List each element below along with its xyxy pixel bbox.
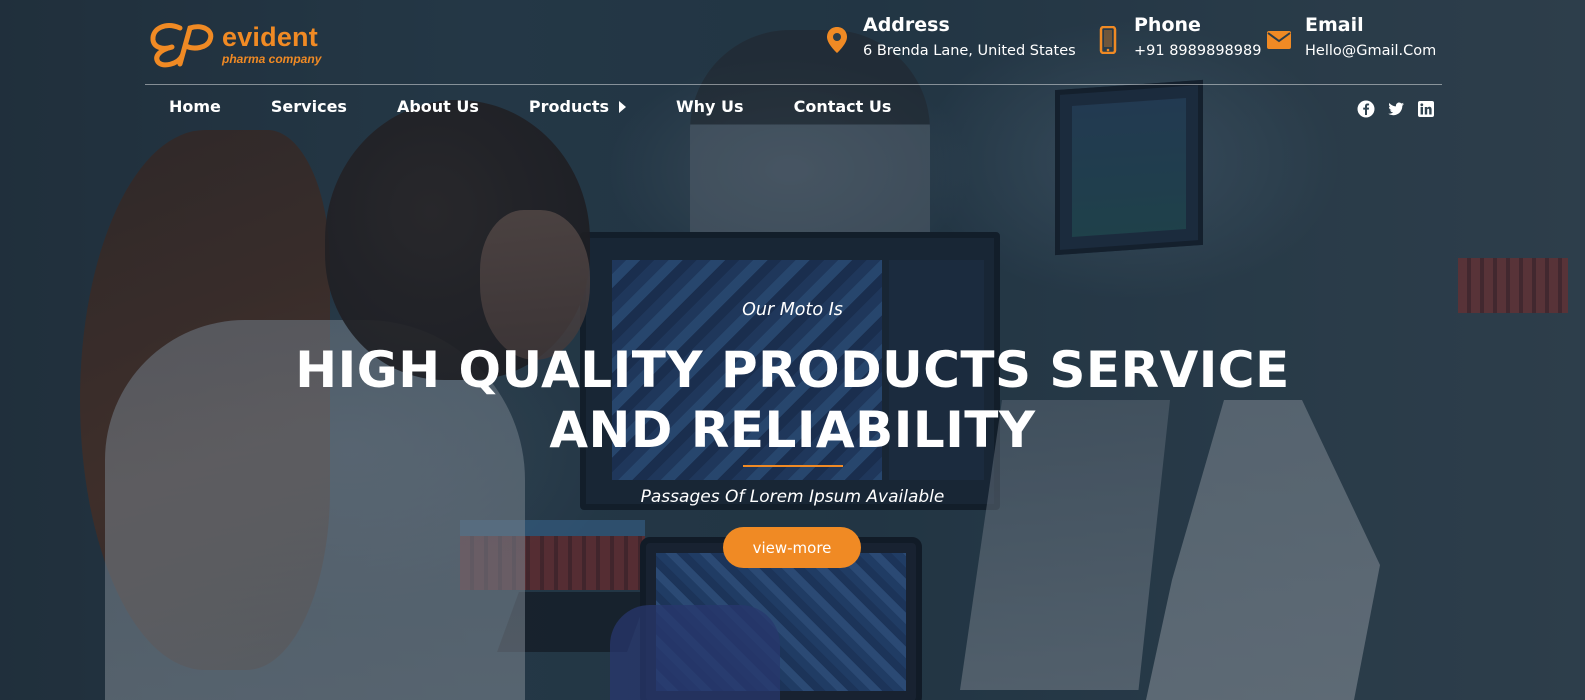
facebook-icon[interactable] [1357, 100, 1375, 118]
nav-label-why-us: Why Us [676, 97, 744, 116]
address-title: Address [863, 14, 950, 36]
logo-mark-icon [150, 23, 214, 68]
contact-address: Address 6 Brenda Lane, United States [825, 14, 1076, 59]
hero-headline-line-1: HIGH QUALITY PRODUCTS SERVICE [295, 341, 1290, 399]
contact-phone: Phone +91 8989898989 [1096, 14, 1261, 59]
nav-item-products[interactable]: Products [528, 97, 627, 116]
phone-title: Phone [1134, 14, 1201, 36]
nav-label-products: Products [528, 97, 610, 116]
header-divider [145, 84, 1442, 85]
brand-tagline: pharma company [222, 51, 322, 66]
view-more-button[interactable]: view-more [723, 527, 861, 568]
phone-value[interactable]: +91 8989898989 [1134, 43, 1261, 59]
nav-item-contact-us[interactable]: Contact Us [794, 97, 892, 116]
envelope-icon [1267, 31, 1291, 49]
site-header: evident pharma company Address 6 Brenda … [0, 0, 1585, 130]
hero-moto: Our Moto Is [742, 300, 843, 320]
email-value[interactable]: Hello@Gmail.Com [1305, 43, 1436, 59]
hero-subline: Passages Of Lorem Ipsum Available [640, 487, 945, 507]
nav-item-home[interactable]: Home [169, 97, 221, 116]
headline-accent-divider [743, 465, 843, 467]
nav-item-about-us[interactable]: About Us [397, 97, 479, 116]
nav-label-contact-us: Contact Us [793, 97, 892, 116]
nav-label-home: Home [169, 97, 221, 116]
main-nav: Home Services About Us Products Why Us C… [169, 97, 941, 116]
contact-email: Email Hello@Gmail.Com [1267, 14, 1436, 59]
linkedin-icon[interactable] [1417, 100, 1435, 118]
social-links [1357, 100, 1435, 118]
nav-label-services: Services [270, 97, 347, 116]
hero-headline: HIGH QUALITY PRODUCTS SERVICE AND RELIAB… [0, 340, 1585, 460]
address-value: 6 Brenda Lane, United States [863, 43, 1076, 59]
nav-item-services[interactable]: Services [271, 97, 347, 116]
mobile-phone-icon [1099, 26, 1117, 54]
email-title: Email [1305, 14, 1364, 36]
nav-item-why-us[interactable]: Why Us [676, 97, 744, 116]
hero-headline-line-2: AND RELIABILITY [549, 401, 1036, 459]
nav-label-about-us: About Us [396, 97, 479, 116]
brand-logo[interactable]: evident pharma company [150, 20, 321, 68]
caret-right-icon [619, 100, 627, 113]
brand-name: evident [222, 21, 318, 52]
logo-wordmark: evident pharma company [222, 21, 322, 66]
twitter-icon[interactable] [1387, 100, 1405, 118]
map-pin-icon [827, 27, 847, 53]
